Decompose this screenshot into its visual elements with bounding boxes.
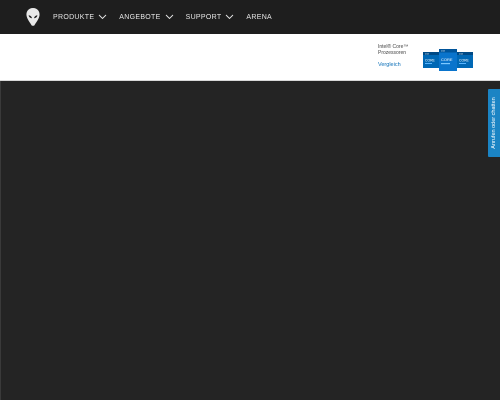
alien-head-logo-icon[interactable] <box>26 8 40 26</box>
svg-text:CORE: CORE <box>459 59 470 63</box>
intel-line-2: Prozessoren <box>378 50 407 56</box>
intel-promo-banner: Intel® Core™ Prozessoren Vergleich intel… <box>0 34 500 81</box>
intel-core-badges[interactable]: intel CORE intel CORE intel CORE <box>423 49 473 71</box>
svg-text:CORE: CORE <box>441 57 453 62</box>
nav-item-label: ANGEBOTE <box>119 13 161 21</box>
nav-item-label: PRODUKTE <box>53 13 95 21</box>
svg-text:intel: intel <box>459 52 464 55</box>
svg-text:intel: intel <box>441 50 446 53</box>
contact-side-tab[interactable]: Anrufen oder chatten <box>488 89 500 157</box>
svg-text:CORE: CORE <box>425 59 436 63</box>
top-navigation-bar: PRODUKTE ANGEBOTE SUPPORT ARENA <box>0 0 500 34</box>
nav-item-label: SUPPORT <box>185 13 222 21</box>
nav-item-angebote[interactable]: ANGEBOTE <box>119 14 173 21</box>
main-menu: PRODUKTE ANGEBOTE SUPPORT ARENA <box>53 0 284 34</box>
chevron-down-icon <box>165 14 173 20</box>
contact-side-tab-label: Anrufen oder chatten <box>491 97 497 149</box>
intel-core-i7-badge-icon: intel CORE <box>439 49 457 71</box>
compare-link[interactable]: Vergleich <box>378 62 401 68</box>
nav-item-label: ARENA <box>246 13 273 21</box>
svg-text:intel: intel <box>425 52 430 55</box>
hero-area <box>0 81 500 400</box>
chevron-down-icon <box>98 14 107 20</box>
nav-item-produkte[interactable]: PRODUKTE <box>53 14 107 21</box>
nav-item-arena[interactable]: ARENA <box>246 14 272 21</box>
intel-core-i5-badge-icon: intel CORE <box>423 52 439 68</box>
chevron-down-icon <box>226 14 234 20</box>
intel-core-i9-badge-icon: intel CORE <box>457 52 473 68</box>
intel-processor-text: Intel® Core™ Prozessoren <box>378 44 408 56</box>
nav-item-support[interactable]: SUPPORT <box>186 14 235 21</box>
